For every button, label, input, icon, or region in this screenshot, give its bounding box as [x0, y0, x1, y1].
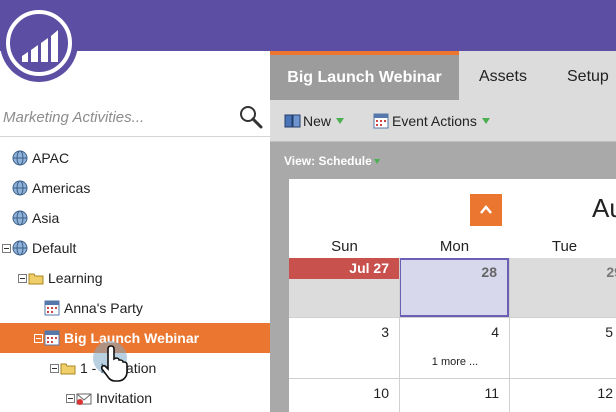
tree-item-apac[interactable]: APAC [0, 143, 270, 173]
calendar-icon [44, 330, 60, 346]
folder-icon [60, 363, 76, 375]
tree-item-label: Default [32, 240, 77, 256]
toolbar: New Event Actions [270, 100, 616, 142]
calendar-day-29: 29 [606, 264, 616, 280]
tab-bar: Big Launch Webinar Assets Setup [270, 51, 616, 100]
calendar-cell[interactable]: 29 [509, 258, 616, 317]
folder-icon [28, 273, 44, 285]
collapse-toggle-icon[interactable] [50, 363, 59, 373]
new-button[interactable]: New [284, 111, 345, 131]
event-actions-button[interactable]: Event Actions [373, 111, 490, 131]
search-input[interactable] [0, 99, 230, 135]
calendar-day-3[interactable]: 3 [289, 324, 389, 340]
main-panel: Big Launch Webinar Assets Setup New Even… [270, 51, 616, 412]
collapse-toggle-icon[interactable] [66, 393, 75, 403]
dropdown-arrow-icon [336, 118, 345, 124]
day-header-sun: Sun [331, 238, 358, 255]
tree-item-invitation[interactable]: Invitation [0, 383, 270, 412]
calendar-day-12[interactable]: 12 [509, 385, 613, 401]
collapse-toggle-icon[interactable] [34, 333, 43, 343]
day-header-mon: Mon [439, 238, 470, 255]
tab-big-launch-webinar[interactable]: Big Launch Webinar [270, 51, 459, 100]
more-events-link[interactable]: 1 more ... [401, 356, 509, 368]
calendar-icon [44, 300, 60, 316]
grid-line [289, 317, 616, 318]
dropdown-arrow-icon [373, 158, 380, 164]
tree-item-americas[interactable]: Americas [0, 173, 270, 203]
search-bar [0, 99, 270, 137]
view-selector[interactable]: View: Schedule [270, 143, 616, 179]
globe-icon [12, 180, 28, 196]
calendar-icon [373, 113, 389, 129]
tree-item-label: Anna's Party [64, 300, 143, 316]
calendar-day-28: 28 [481, 264, 497, 280]
grid-line [509, 258, 510, 412]
tree-item-asia[interactable]: Asia [0, 203, 270, 233]
globe-icon [12, 150, 28, 166]
day-header-tue: Tue [551, 238, 578, 255]
tab-assets[interactable]: Assets [459, 51, 547, 100]
tree-item-label: Asia [32, 210, 60, 226]
tree-item-learning[interactable]: Learning [0, 263, 270, 293]
tree-item-label: APAC [32, 150, 70, 166]
collapse-toggle-icon[interactable] [2, 243, 11, 253]
tree-item-label: Learning [48, 270, 103, 286]
tree-item-label: Invitation [96, 390, 153, 406]
collapse-toggle-icon[interactable] [18, 273, 27, 283]
calendar-cell[interactable] [289, 279, 399, 317]
schedule-calendar: Au Sun Mon Tue Jul 27 28 29 3 4 5 1 more… [289, 179, 616, 412]
tree-item-anna-s-party[interactable]: Anna's Party [0, 293, 270, 323]
email-icon [76, 393, 92, 405]
search-icon[interactable] [238, 104, 264, 130]
view-label: View: Schedule [284, 154, 372, 168]
tab-setup[interactable]: Setup [547, 51, 616, 100]
dropdown-arrow-icon [481, 118, 490, 124]
marketo-logo[interactable] [0, 4, 78, 82]
grid-line [399, 258, 400, 412]
prev-month-button[interactable] [470, 194, 502, 226]
event-actions-label: Event Actions [392, 113, 477, 129]
calendar-day-4[interactable]: 4 [399, 324, 499, 340]
new-label: New [303, 113, 332, 129]
month-title: Au [592, 193, 616, 223]
book-icon [284, 114, 301, 128]
grid-line [289, 378, 616, 379]
tree-item-label: Americas [32, 180, 91, 196]
hand-cursor-icon [93, 341, 128, 382]
calendar-day-11[interactable]: 11 [399, 385, 499, 401]
globe-icon [12, 210, 28, 226]
calendar-day-5[interactable]: 5 [509, 324, 613, 340]
calendar-cell-selected[interactable]: 28 [399, 258, 509, 317]
calendar-day-10[interactable]: 10 [289, 385, 389, 401]
top-bar [0, 0, 616, 51]
logo-bars-icon [22, 30, 58, 62]
tree-item-default[interactable]: Default [0, 233, 270, 263]
chevron-up-icon [480, 205, 492, 214]
globe-icon [12, 240, 28, 256]
calendar-day-jul-27[interactable]: Jul 27 [289, 258, 399, 279]
